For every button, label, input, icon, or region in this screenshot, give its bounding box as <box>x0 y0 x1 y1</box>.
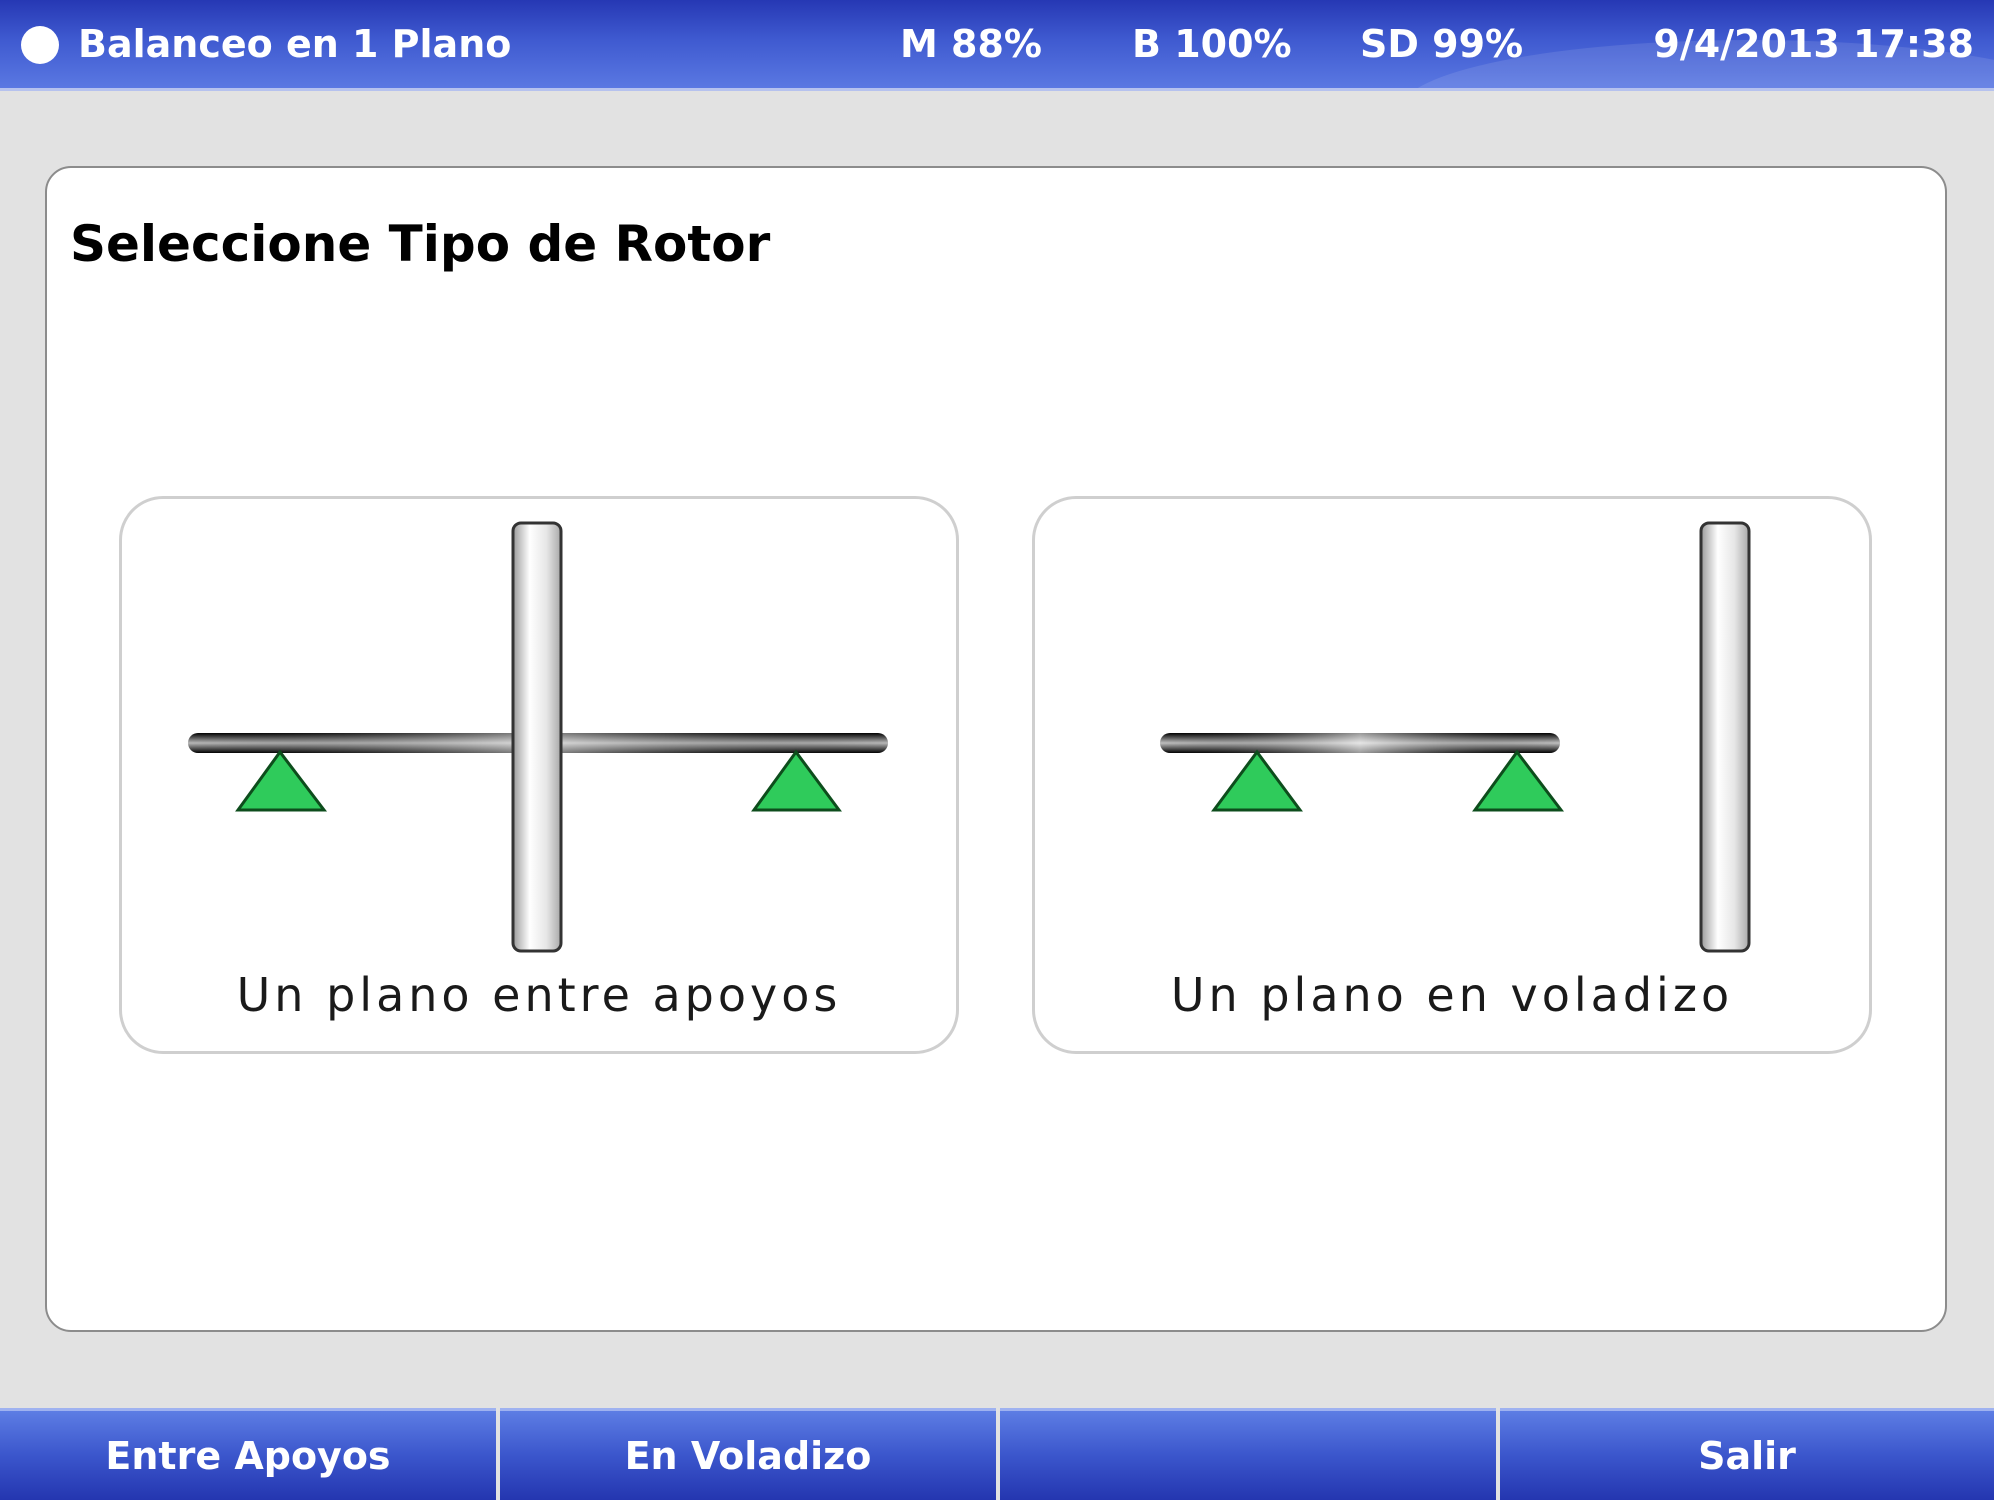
status-bar: Balanceo en 1 Plano M 88% B 100% SD 99% … <box>0 0 1994 91</box>
option-card-overhung[interactable]: Un plano en voladizo <box>1032 496 1872 1054</box>
option-caption: Un plano en voladizo <box>1170 968 1734 1022</box>
softkey-bar: Entre Apoyos En Voladizo Salir <box>0 1408 1994 1500</box>
empty-softkey-button[interactable] <box>1000 1408 1496 1500</box>
overhung-button[interactable]: En Voladizo <box>500 1408 996 1500</box>
battery-status: B 100% <box>1132 22 1292 66</box>
date-time: 9/4/2013 17:38 <box>1653 22 1974 66</box>
between-supports-button[interactable]: Entre Apoyos <box>0 1408 496 1500</box>
sd-card-status: SD 99% <box>1360 22 1524 66</box>
exit-button[interactable]: Salir <box>1500 1408 1994 1500</box>
page-title: Seleccione Tipo de Rotor <box>70 215 771 273</box>
option-card-between-supports[interactable]: Un plano entre apoyos <box>119 496 959 1054</box>
option-caption: Un plano entre apoyos <box>236 968 842 1022</box>
memory-status: M 88% <box>900 22 1042 66</box>
app-title: Balanceo en 1 Plano <box>78 22 512 66</box>
status-dot-icon <box>21 26 59 64</box>
